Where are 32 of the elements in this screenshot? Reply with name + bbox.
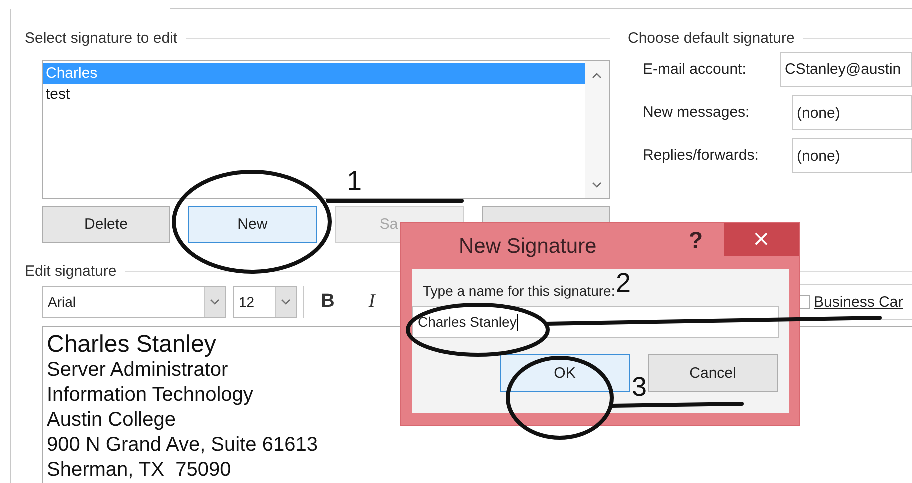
dropdown-field[interactable]: (none) — [792, 138, 912, 173]
signature-text: Charles Stanley — [47, 331, 216, 358]
field-label: E-mail account: — [643, 61, 748, 78]
scroll-up-icon[interactable] — [592, 73, 602, 79]
help-button[interactable]: ? — [682, 225, 710, 255]
font-dropdown[interactable]: Arial — [42, 286, 226, 318]
dropdown-field[interactable]: CStanley@austin — [780, 52, 912, 87]
step-number: 1 — [347, 166, 362, 196]
bold-button[interactable]: B — [314, 287, 342, 317]
signature-text: Austin College — [47, 408, 176, 433]
signature-text: Sherman, TX 75090 — [47, 458, 232, 483]
close-button[interactable]: × — [724, 223, 799, 256]
prompt-label: Type a name for this signature: — [423, 283, 616, 299]
scroll-down-icon[interactable] — [592, 182, 602, 188]
step-number: 2 — [616, 268, 632, 298]
field-label: New messages: — [643, 104, 751, 121]
button[interactable]: Cancel — [648, 354, 778, 392]
dropdown-field[interactable]: (none) — [792, 95, 912, 130]
button[interactable]: Delete — [42, 206, 170, 243]
signature-text: Server Administrator — [47, 358, 228, 383]
signature-text: 900 N Grand Ave, Suite 61613 — [47, 433, 318, 458]
field-label: Replies/forwards: — [643, 147, 760, 164]
group-title: Choose default signature — [628, 30, 795, 46]
business-card-button[interactable]: Business Car — [814, 294, 904, 310]
step-number: 3 — [632, 372, 648, 402]
italic-button[interactable]: I — [358, 287, 386, 317]
group-title: Select signature to edit — [25, 30, 178, 46]
group-title: Edit signature — [25, 262, 117, 280]
list-item[interactable]: test — [43, 84, 585, 105]
signature-text: Information Technology — [47, 383, 254, 408]
size-dropdown[interactable]: 12 — [233, 286, 297, 318]
button[interactable]: New — [188, 206, 317, 243]
